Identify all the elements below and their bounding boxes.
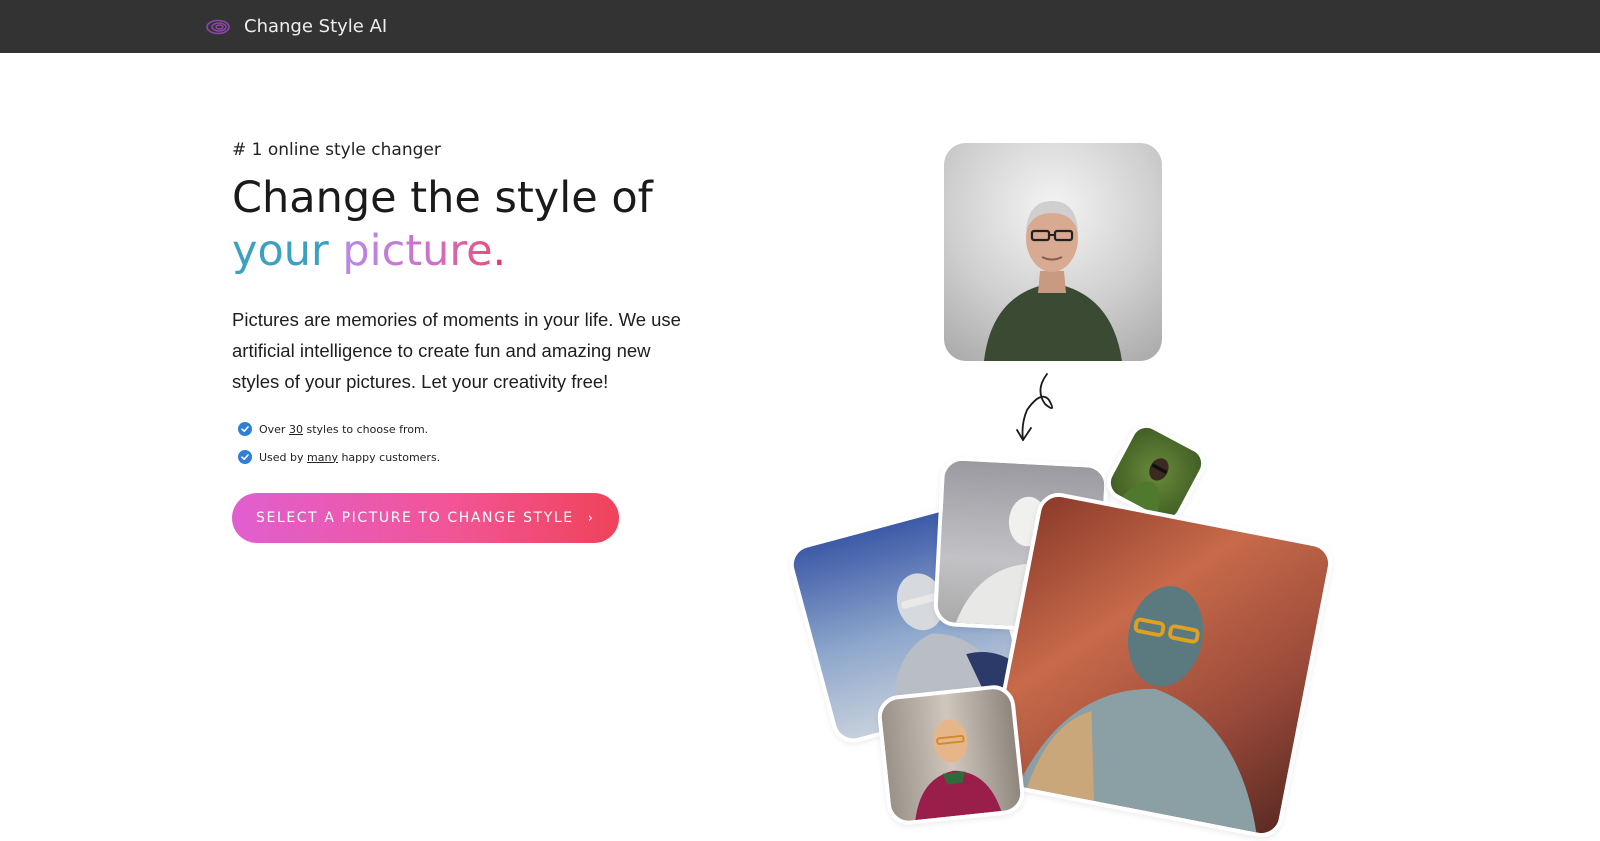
feature-emphasis: many xyxy=(307,450,338,464)
feature-text: Used by many happy customers. xyxy=(259,451,440,464)
feature-text: Over 30 styles to choose from. xyxy=(259,423,428,436)
headline-picture: picture xyxy=(342,226,493,276)
brand-link[interactable]: Change Style AI xyxy=(204,12,387,40)
styled-photo-bronze xyxy=(984,489,1336,841)
feature-item: Over 30 styles to choose from. xyxy=(238,415,692,443)
feature-item: Used by many happy customers. xyxy=(238,443,692,471)
swirl-logo-icon xyxy=(204,12,232,40)
top-navbar: Change Style AI xyxy=(0,0,1600,53)
styled-photo-wood xyxy=(875,683,1027,827)
headline-your: your xyxy=(232,226,329,276)
hero-description: Pictures are memories of moments in your… xyxy=(232,309,681,392)
feature-emphasis: 30 xyxy=(288,422,303,436)
feature-text-before: Used by xyxy=(259,450,308,464)
hero-eyebrow: # 1 online style changer xyxy=(232,140,441,160)
curly-arrow-down-icon xyxy=(1016,373,1054,441)
brand-name: Change Style AI xyxy=(244,15,388,37)
hero-text: # 1 online style changer Change the styl… xyxy=(232,140,692,543)
bronze-statue-icon xyxy=(1017,586,1257,833)
feature-text-after: happy customers. xyxy=(337,450,441,464)
check-circle-icon xyxy=(238,422,252,436)
headline-dot: . xyxy=(492,226,507,276)
man-portrait-icon xyxy=(984,201,1122,361)
cta-label: SELECT A PICTURE TO CHANGE STYLE xyxy=(256,510,574,526)
feature-text-after: styles to choose from. xyxy=(302,422,429,436)
wood-carving-icon xyxy=(915,719,1002,821)
headline-line2: your picture. xyxy=(232,225,692,278)
check-circle-icon xyxy=(238,450,252,464)
feature-list: Over 30 styles to choose from. Used by m… xyxy=(238,415,692,471)
chevron-right-icon: › xyxy=(587,510,595,526)
original-photo xyxy=(944,143,1162,361)
hero-headline: Change the style of your picture. xyxy=(232,172,692,278)
feature-text-before: Over xyxy=(259,422,289,436)
select-picture-button[interactable]: SELECT A PICTURE TO CHANGE STYLE › xyxy=(232,493,619,543)
headline-line1: Change the style of xyxy=(232,173,653,223)
